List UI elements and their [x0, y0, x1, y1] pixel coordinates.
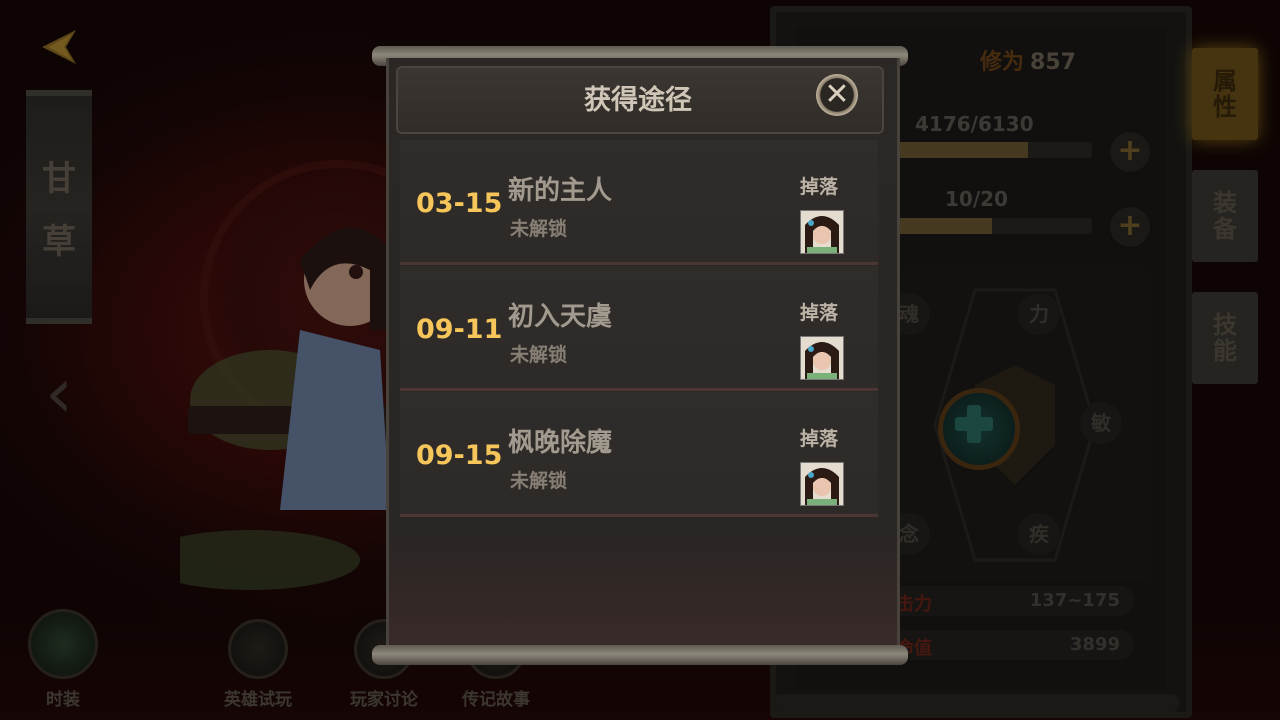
route-name: 枫晚除魔: [508, 428, 613, 458]
route-status: 未解锁: [510, 344, 568, 366]
route-stage: 09-11: [416, 314, 503, 345]
route-name: 初入天虞: [508, 302, 613, 332]
route-drop-label: 掉落: [800, 428, 839, 450]
dialog-title: 获得途径: [584, 85, 692, 116]
route-name: 新的主人: [508, 176, 613, 206]
route-item[interactable]: 09-11 初入天虞 未解锁 掉落: [400, 266, 878, 391]
route-status: 未解锁: [510, 218, 568, 240]
route-stage: 03-15: [416, 188, 503, 219]
hero-portrait-icon: [800, 462, 844, 506]
close-icon: ✕: [824, 77, 850, 112]
route-item[interactable]: 03-15 新的主人 未解锁 掉落: [400, 140, 878, 265]
route-drop-label: 掉落: [800, 302, 839, 324]
hero-portrait-icon: [800, 210, 844, 254]
route-stage: 09-15: [416, 440, 503, 471]
route-item[interactable]: 09-15 枫晚除魔 未解锁 掉落: [400, 392, 878, 517]
hero-portrait-icon: [800, 336, 844, 380]
route-status: 未解锁: [510, 470, 568, 492]
scroll-roll-bottom: [372, 645, 908, 665]
route-drop-label: 掉落: [800, 176, 839, 198]
close-button[interactable]: ✕: [816, 74, 858, 116]
